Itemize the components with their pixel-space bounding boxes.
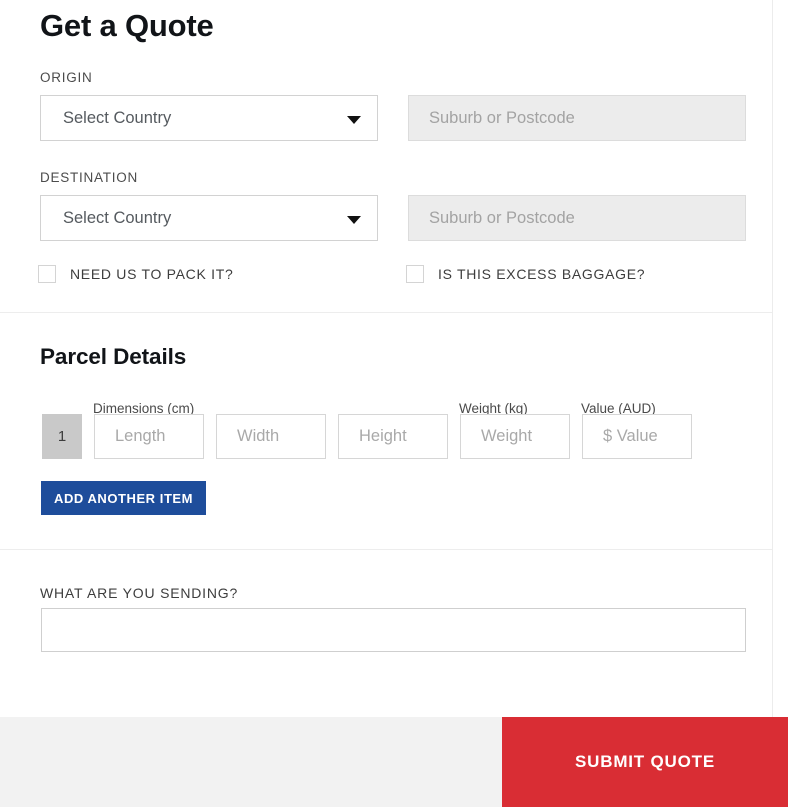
origin-country-value: Select Country [63,109,172,127]
checkbox-icon[interactable] [38,265,56,283]
weight-input[interactable] [460,414,570,459]
origin-country-select[interactable]: Select Country [40,95,378,141]
addresses-section: Get a Quote ORIGIN Select Country DESTIN… [0,0,772,313]
destination-label: DESTINATION [40,170,139,185]
submit-quote-button[interactable]: SUBMIT QUOTE [502,717,788,807]
sending-section: WHAT ARE YOU SENDING? [0,550,772,717]
need-packing-checkbox-item[interactable]: NEED US TO PACK IT? [38,265,233,283]
add-another-item-button[interactable]: ADD ANOTHER ITEM [41,481,207,515]
need-packing-label: NEED US TO PACK IT? [70,266,234,282]
parcel-details-title: Parcel Details [40,344,187,369]
height-input[interactable] [338,414,448,459]
parcel-row-number: 1 [42,414,82,459]
value-input[interactable] [582,414,692,459]
destination-suburb-input[interactable] [408,195,746,241]
chevron-down-icon [347,116,361,124]
sending-label: WHAT ARE YOU SENDING? [40,585,239,601]
destination-country-select[interactable]: Select Country [40,195,378,241]
checkbox-icon[interactable] [406,265,424,283]
page-title: Get a Quote [40,8,214,43]
page-right-rail [772,0,788,717]
length-input[interactable] [94,414,204,459]
origin-label: ORIGIN [40,70,93,85]
destination-group: DESTINATION Select Country [40,170,746,241]
sending-textarea[interactable] [41,608,746,652]
options-row: NEED US TO PACK IT? IS THIS EXCESS BAGGA… [38,265,748,287]
parcel-details-section: Parcel Details Dimensions (cm) Weight (k… [0,313,772,550]
origin-suburb-input[interactable] [408,95,746,141]
excess-baggage-checkbox-item[interactable]: IS THIS EXCESS BAGGAGE? [406,265,645,283]
destination-country-value: Select Country [63,209,172,227]
origin-group: ORIGIN Select Country [40,70,746,141]
excess-baggage-label: IS THIS EXCESS BAGGAGE? [438,266,646,282]
form-footer: SUBMIT QUOTE [0,717,788,807]
chevron-down-icon [347,216,361,224]
width-input[interactable] [216,414,326,459]
quote-form-page: Get a Quote ORIGIN Select Country DESTIN… [0,0,788,807]
quote-form: Get a Quote ORIGIN Select Country DESTIN… [0,0,772,717]
